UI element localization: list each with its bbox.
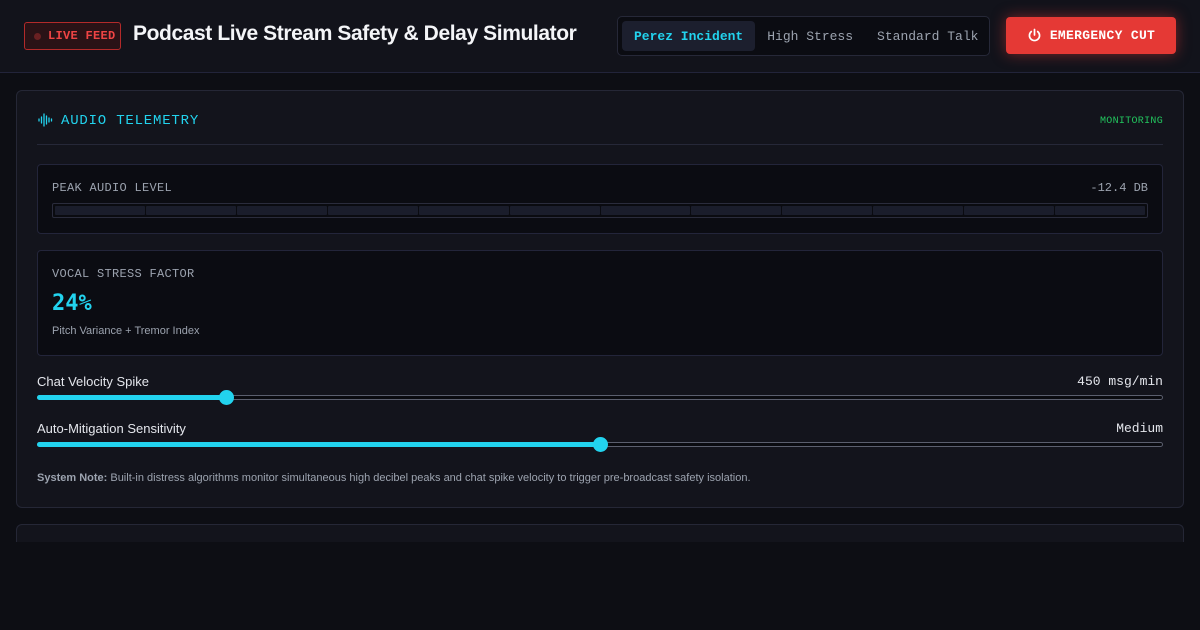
- recording-dot-icon: [34, 32, 41, 40]
- tab-perez-incident[interactable]: Perez Incident: [622, 21, 756, 51]
- system-note: System Note: Built-in distress algorithm…: [37, 472, 751, 484]
- meter-segment: [327, 206, 418, 215]
- meter-segment: [1055, 206, 1146, 215]
- peak-audio-label: PEAK AUDIO LEVEL: [52, 181, 173, 195]
- mitigation-sensitivity-thumb[interactable]: [593, 437, 608, 452]
- mitigation-sensitivity-label: Auto-Mitigation Sensitivity: [37, 421, 186, 436]
- panel-title: AUDIO TELEMETRY: [61, 113, 200, 129]
- peak-audio-card: PEAK AUDIO LEVEL -12.4 DB: [37, 164, 1163, 234]
- top-bar: LIVE FEED Podcast Live Stream Safety & D…: [0, 0, 1200, 73]
- waveform-icon: [38, 113, 53, 127]
- emergency-cut-button[interactable]: EMERGENCY CUT: [1006, 17, 1176, 54]
- peak-audio-value: -12.4 DB: [1090, 181, 1148, 195]
- tab-high-stress[interactable]: High Stress: [755, 21, 865, 51]
- monitoring-status: MONITORING: [1099, 116, 1163, 127]
- vocal-stress-label: VOCAL STRESS FACTOR: [52, 267, 195, 281]
- meter-segment: [964, 206, 1055, 215]
- live-feed-label: LIVE FEED: [48, 29, 116, 43]
- vocal-stress-subtitle: Pitch Variance + Tremor Index: [52, 325, 200, 337]
- meter-segment: [145, 206, 236, 215]
- meter-segment: [782, 206, 873, 215]
- meter-segment: [600, 206, 691, 215]
- live-feed-badge: LIVE FEED: [24, 22, 121, 50]
- scenario-tabs: Perez Incident High Stress Standard Talk: [617, 16, 990, 56]
- mitigation-sensitivity-value: Medium: [1116, 421, 1163, 436]
- chat-velocity-value: 450 msg/min: [1077, 374, 1163, 389]
- system-note-prefix: System Note:: [37, 472, 108, 484]
- chat-velocity-fill: [37, 395, 226, 400]
- audio-telemetry-panel: AUDIO TELEMETRY MONITORING PEAK AUDIO LE…: [16, 90, 1184, 508]
- tab-standard-talk[interactable]: Standard Talk: [865, 21, 990, 51]
- audio-level-meter: [52, 203, 1148, 218]
- meter-segment: [418, 206, 509, 215]
- meter-segment: [691, 206, 782, 215]
- meter-segment: [873, 206, 964, 215]
- power-icon: [1028, 28, 1041, 42]
- vocal-stress-card: VOCAL STRESS FACTOR 24% Pitch Variance +…: [37, 250, 1163, 356]
- chat-velocity-thumb[interactable]: [219, 390, 234, 405]
- meter-segment: [236, 206, 327, 215]
- vocal-stress-value: 24%: [52, 291, 92, 316]
- system-note-text: Built-in distress algorithms monitor sim…: [107, 472, 751, 484]
- meter-segment: [55, 206, 145, 215]
- page-title: Podcast Live Stream Safety & Delay Simul…: [133, 22, 577, 45]
- panel-header: AUDIO TELEMETRY MONITORING: [37, 91, 1163, 145]
- emergency-cut-label: EMERGENCY CUT: [1049, 28, 1156, 43]
- secondary-panel: [16, 524, 1184, 542]
- meter-segment: [509, 206, 600, 215]
- mitigation-sensitivity-fill: [37, 442, 600, 447]
- chat-velocity-label: Chat Velocity Spike: [37, 374, 150, 389]
